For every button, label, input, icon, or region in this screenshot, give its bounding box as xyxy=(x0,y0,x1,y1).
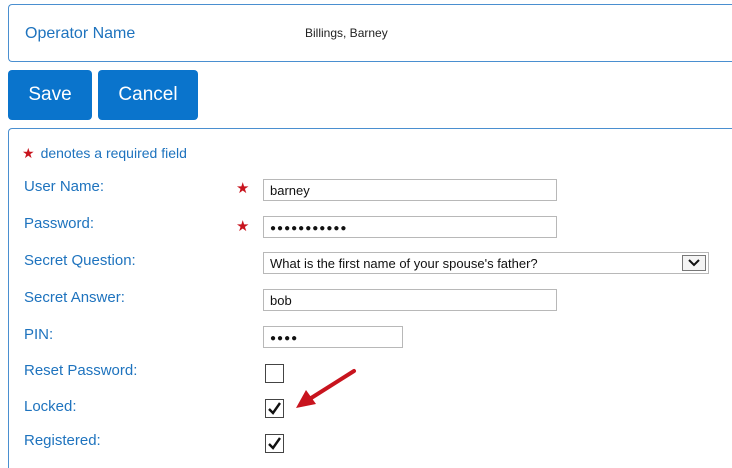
secret-question-selected-value: What is the first name of your spouse's … xyxy=(270,256,538,271)
reset-password-label: Reset Password: xyxy=(24,362,138,379)
registered-checkbox[interactable] xyxy=(265,434,284,453)
cancel-button[interactable]: Cancel xyxy=(98,70,198,120)
secret-question-label: Secret Question: xyxy=(24,252,136,269)
secret-answer-input[interactable]: bob xyxy=(263,289,557,311)
reset-password-checkbox[interactable] xyxy=(265,364,284,383)
username-label: User Name: xyxy=(24,178,105,195)
pin-input[interactable]: ●●●● xyxy=(263,326,403,348)
password-input[interactable]: ●●●●●●●●●●● xyxy=(263,216,557,238)
username-input[interactable]: barney xyxy=(263,179,557,201)
secret-question-select[interactable]: What is the first name of your spouse's … xyxy=(263,252,709,274)
checkmark-icon xyxy=(268,402,281,415)
pin-label: PIN: xyxy=(24,326,54,343)
required-field-note: ★ denotes a required field xyxy=(22,145,187,162)
password-label: Password: xyxy=(24,215,95,232)
locked-checkbox[interactable] xyxy=(265,399,284,418)
required-star-icon: ★ xyxy=(22,145,35,161)
username-required-star-icon: ★ xyxy=(236,180,250,197)
operator-name-value: Billings, Barney xyxy=(305,26,388,40)
secret-answer-label: Secret Answer: xyxy=(24,289,125,306)
operator-name-panel: Operator Name Billings, Barney xyxy=(8,4,732,62)
red-arrow-icon xyxy=(296,369,356,408)
password-required-star-icon: ★ xyxy=(236,218,250,235)
registered-label: Registered: xyxy=(24,432,101,449)
locked-label: Locked: xyxy=(24,398,77,415)
required-note-text: denotes a required field xyxy=(40,145,187,161)
operator-name-label: Operator Name xyxy=(25,25,136,42)
save-button[interactable]: Save xyxy=(8,70,92,120)
chevron-down-icon[interactable] xyxy=(682,255,706,271)
checkmark-icon xyxy=(268,437,281,450)
